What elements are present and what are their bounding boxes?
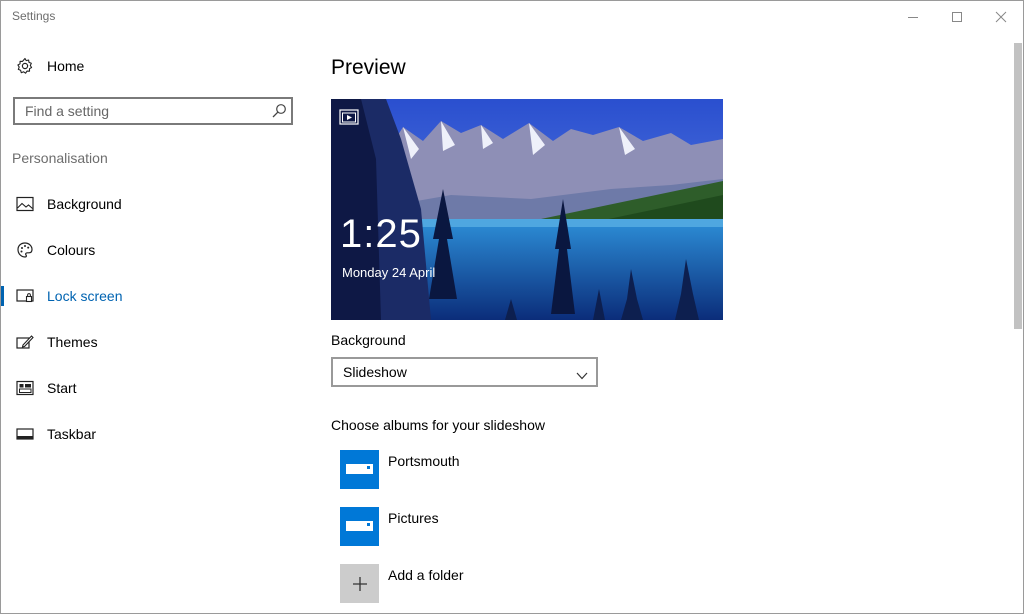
- background-dropdown[interactable]: Slideshow: [331, 357, 598, 387]
- album-name: Portsmouth: [388, 453, 460, 469]
- background-label: Background: [331, 332, 406, 348]
- lock-screen-icon: [16, 287, 34, 305]
- section-heading: Personalisation: [12, 150, 108, 166]
- landscape-image: [331, 99, 723, 320]
- sidebar-item-label: Taskbar: [47, 426, 97, 442]
- maximize-icon: [952, 12, 962, 22]
- taskbar-icon: [16, 425, 34, 443]
- lock-screen-preview: 1:25 Monday 24 April: [331, 99, 723, 320]
- palette-icon: [16, 241, 34, 259]
- preview-date: Monday 24 April: [342, 265, 436, 280]
- folder-icon: [340, 450, 379, 489]
- main-content: Preview 1:25 Monday 24 April Background …: [307, 33, 1011, 613]
- folder-icon: [340, 507, 379, 546]
- dropdown-value: Slideshow: [343, 364, 407, 380]
- preview-time: 1:25: [340, 212, 422, 256]
- picture-icon: [16, 195, 34, 213]
- minimize-button[interactable]: [891, 1, 935, 33]
- album-item[interactable]: Pictures: [340, 507, 640, 547]
- plus-icon: [340, 564, 379, 603]
- start-icon: [16, 379, 34, 397]
- chevron-down-icon: [576, 367, 588, 385]
- scrollbar[interactable]: [1013, 33, 1023, 613]
- gear-icon: [16, 57, 34, 75]
- sidebar-item-lock-screen[interactable]: Lock screen: [1, 276, 307, 316]
- sidebar-item-home[interactable]: Home: [1, 46, 307, 86]
- title-bar: Settings: [1, 1, 1023, 33]
- scroll-thumb[interactable]: [1014, 43, 1022, 329]
- sidebar-item-label: Lock screen: [47, 288, 123, 304]
- sidebar: Home Personalisation Background Colours: [1, 33, 307, 613]
- sidebar-item-label: Background: [47, 196, 122, 212]
- album-name: Pictures: [388, 510, 439, 526]
- sidebar-item-label: Start: [47, 380, 77, 396]
- themes-icon: [16, 333, 34, 351]
- search-icon[interactable]: [271, 103, 287, 119]
- maximize-button[interactable]: [935, 1, 979, 33]
- sidebar-item-start[interactable]: Start: [1, 368, 307, 408]
- window-title: Settings: [12, 9, 56, 23]
- add-folder-label: Add a folder: [388, 567, 464, 583]
- add-folder-button[interactable]: Add a folder: [340, 564, 640, 604]
- slideshow-icon: [339, 109, 359, 130]
- search-box: [13, 97, 293, 125]
- settings-window: Settings Home Personalisation: [0, 0, 1024, 614]
- sidebar-item-background[interactable]: Background: [1, 184, 307, 224]
- sidebar-item-label: Colours: [47, 242, 96, 258]
- search-input[interactable]: [15, 99, 265, 123]
- sidebar-item-colours[interactable]: Colours: [1, 230, 307, 270]
- minimize-icon: [908, 17, 918, 18]
- albums-label: Choose albums for your slideshow: [331, 417, 545, 433]
- close-button[interactable]: [979, 1, 1023, 33]
- sidebar-item-label: Themes: [47, 334, 98, 350]
- sidebar-item-label: Home: [47, 58, 85, 74]
- album-item[interactable]: Portsmouth: [340, 450, 640, 490]
- page-title: Preview: [331, 56, 406, 79]
- sidebar-item-themes[interactable]: Themes: [1, 322, 307, 362]
- sidebar-item-taskbar[interactable]: Taskbar: [1, 414, 307, 454]
- close-icon: [995, 11, 1007, 23]
